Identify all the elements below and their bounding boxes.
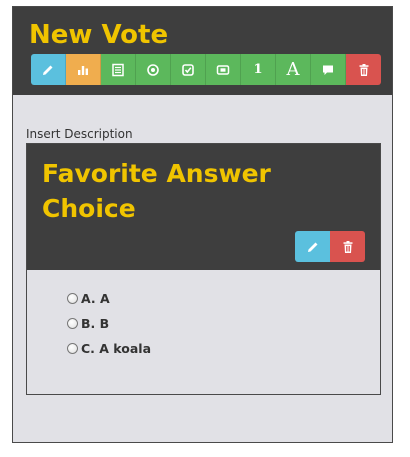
question-header: Favorite Answer Choice xyxy=(27,144,380,270)
question-title: Favorite Answer Choice xyxy=(42,159,271,223)
add-single-choice-button[interactable] xyxy=(136,54,171,85)
add-text-question-button[interactable]: A xyxy=(276,54,311,85)
radio-icon xyxy=(147,63,159,76)
option-a-radio[interactable] xyxy=(67,293,78,304)
add-comment-button[interactable] xyxy=(311,54,346,85)
comment-icon xyxy=(323,65,333,75)
add-number-question-button[interactable]: 1 xyxy=(241,54,276,85)
trash-icon xyxy=(359,63,368,76)
vote-title: New Vote xyxy=(29,20,169,50)
bar-chart-icon xyxy=(78,65,88,75)
add-multiple-choice-button[interactable] xyxy=(171,54,206,85)
edit-vote-button[interactable] xyxy=(31,54,66,85)
add-ticket-button[interactable] xyxy=(206,54,241,85)
delete-vote-button[interactable] xyxy=(346,54,381,85)
option-c-label: C. A koala xyxy=(81,341,152,356)
add-list-question-button[interactable] xyxy=(101,54,136,85)
list-icon xyxy=(112,63,124,76)
results-button[interactable] xyxy=(66,54,101,85)
checkbox-icon xyxy=(182,63,194,76)
question-card: Favorite Answer Choice A. A B. B C. A ko… xyxy=(26,143,381,395)
ticket-icon xyxy=(216,64,230,75)
answer-options: A. A B. B C. A koala xyxy=(67,286,151,361)
number-icon: 1 xyxy=(253,62,263,77)
question-actions xyxy=(295,231,365,262)
option-b-label: B. B xyxy=(81,316,110,331)
vote-header: New Vote 1 A xyxy=(13,7,392,95)
option-a: A. A xyxy=(67,286,151,311)
description-placeholder[interactable]: Insert Description xyxy=(26,127,133,141)
option-c: C. A koala xyxy=(67,336,151,361)
option-b-radio[interactable] xyxy=(67,318,78,329)
pencil-icon xyxy=(43,65,53,75)
font-icon: A xyxy=(286,59,300,80)
vote-panel: New Vote 1 A Insert Description Favorite… xyxy=(12,6,393,443)
vote-toolbar: 1 A xyxy=(31,54,381,85)
edit-question-button[interactable] xyxy=(295,231,330,262)
option-c-radio[interactable] xyxy=(67,343,78,354)
pencil-icon xyxy=(307,242,317,252)
option-a-label: A. A xyxy=(81,291,110,306)
option-b: B. B xyxy=(67,311,151,336)
trash-icon xyxy=(343,240,352,253)
delete-question-button[interactable] xyxy=(330,231,365,262)
